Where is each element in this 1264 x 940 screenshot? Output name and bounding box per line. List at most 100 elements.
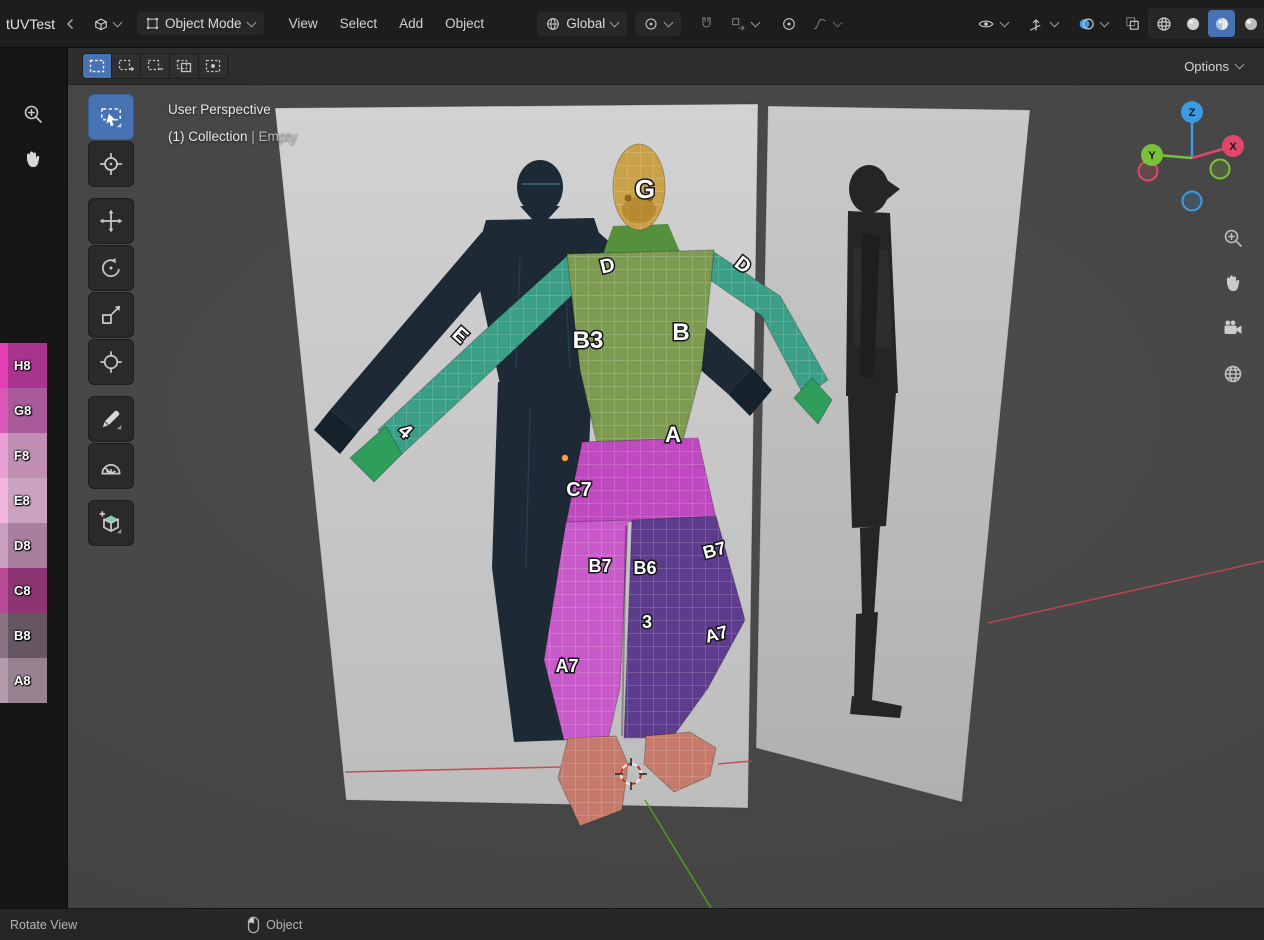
shading-solid-button[interactable] [1179,10,1206,37]
uv-row-edge [0,523,8,568]
select-extend-icon [117,58,135,74]
xray-toggle[interactable] [1119,11,1146,36]
select-mode-subtract-button[interactable] [141,54,169,78]
tool-move[interactable] [88,198,134,244]
gizmo-pos-z[interactable]: Z [1181,101,1203,123]
proportional-falloff-selector[interactable] [804,12,850,36]
collection-label: (1) Collection [168,129,248,144]
svg-text:Z: Z [1189,107,1196,119]
select-mode-invert-button[interactable] [170,54,198,78]
reference-plane-side[interactable] [756,106,1030,802]
select-mode-extend-button[interactable] [112,54,140,78]
shading-wireframe-button[interactable] [1150,10,1177,37]
uv-row-edge [0,388,8,433]
pivot-point-selector[interactable] [635,12,681,36]
menu-view[interactable]: View [278,11,329,36]
viewport-canvas[interactable]: G D D B3 B E 4 A C7 B7 B6 B7 A7 A7 3 [68,48,1264,908]
tool-scale[interactable] [88,292,134,338]
select-mode-new-button[interactable] [83,54,111,78]
snap-toggle[interactable] [693,11,720,36]
orientation-label: Global [566,16,605,31]
uv-row: F8 [0,433,47,478]
solid-sphere-icon [1184,15,1202,33]
tool-add-cube[interactable] [88,500,134,546]
mouse-icon [247,916,260,934]
tool-rotate[interactable] [88,245,134,291]
snap-increment-icon [730,16,746,32]
svg-text:A: A [665,422,681,447]
hand-icon [21,147,45,171]
uv-row: D8 [0,523,47,568]
grid-sphere-icon [1221,362,1245,386]
chevron-down-icon [1235,60,1245,70]
uv-cell-label: F8 [14,448,29,463]
eye-icon [977,15,995,33]
uv-cell-label: H8 [14,358,31,373]
gizmo-arrows-icon [1027,15,1045,33]
proportional-editing-toggle[interactable] [776,12,802,36]
uv-row: A8 [0,658,47,703]
svg-text:B6: B6 [633,558,656,578]
tool-settings-header: Options [68,48,1264,85]
menu-add[interactable]: Add [388,11,434,36]
viewport-ortho-toggle-button[interactable] [1216,357,1250,391]
empty-origin-dot[interactable] [562,455,568,461]
statusbar-mode-label: Object [266,918,302,932]
workspace-tab[interactable]: tUVTest [4,16,57,32]
chevron-down-icon [1050,17,1060,27]
chevron-down-icon [1100,17,1110,27]
tool-select-box[interactable] [88,94,134,140]
hand-icon [1221,271,1245,295]
viewport-3d[interactable]: G D D B3 B E 4 A C7 B7 B6 B7 A7 A7 3 [68,48,1264,908]
uv-row: H8 [0,343,47,388]
camera-icon [1221,316,1245,340]
options-dropdown[interactable]: Options [1178,55,1250,78]
shading-material-preview-button[interactable] [1208,10,1235,37]
scale-icon [98,302,124,328]
viewport-camera-button[interactable] [1216,311,1250,345]
shading-rendered-button[interactable] [1237,10,1264,37]
add-cube-icon [98,510,124,536]
mode-selector[interactable]: Object Mode [137,12,264,35]
select-invert-icon [175,58,193,74]
uv-row-edge [0,613,8,658]
tool-cursor[interactable] [88,141,134,187]
box-select-icon [98,104,124,130]
gizmo-pos-x[interactable]: X [1222,135,1244,157]
snap-target-selector[interactable] [722,12,768,36]
tool-measure[interactable] [88,443,134,489]
menu-select[interactable]: Select [329,11,389,36]
tab-overflow-left-icon[interactable] [65,18,75,30]
options-label: Options [1184,59,1229,74]
zoom-in-icon [21,102,45,126]
uv-cell-label: A8 [14,673,31,688]
statusbar: Rotate View Object [0,908,1264,940]
object-visibility-selector[interactable] [969,11,1017,37]
tool-annotate[interactable] [88,396,134,442]
uv-row-edge [0,568,8,613]
select-mode-intersect-button[interactable] [199,54,227,78]
editor-type-button[interactable] [87,11,127,37]
gizmos-selector[interactable] [1019,11,1067,37]
select-intersect-icon [204,58,222,74]
uv-row-edge [0,433,8,478]
gizmo-neg-y[interactable] [1211,160,1230,179]
viewport-zoom-button[interactable] [1216,221,1250,255]
uv-row: E8 [0,478,47,523]
orientation-selector[interactable]: Global [537,12,627,36]
tool-transform[interactable] [88,339,134,385]
menu-object[interactable]: Object [434,11,495,36]
proportional-editing-icon [781,16,797,32]
overlays-selector[interactable] [1069,11,1117,37]
perspective-label: User Perspective [168,96,297,123]
strip-zoom-button[interactable] [14,95,52,133]
gizmo-pos-y[interactable]: Y [1141,144,1163,166]
blender-window: tUVTest Object Mode View Select Add Obje… [0,0,1264,940]
gizmo-neg-z[interactable] [1183,192,1202,211]
svg-text:B: B [672,319,689,346]
cursor-tool-icon [98,151,124,177]
viewport-pan-button[interactable] [1216,266,1250,300]
y-axis-line [645,800,711,908]
strip-pan-button[interactable] [14,140,52,178]
image-editor-strip[interactable]: H8 G8 F8 E8 D8 C8 [0,48,68,908]
